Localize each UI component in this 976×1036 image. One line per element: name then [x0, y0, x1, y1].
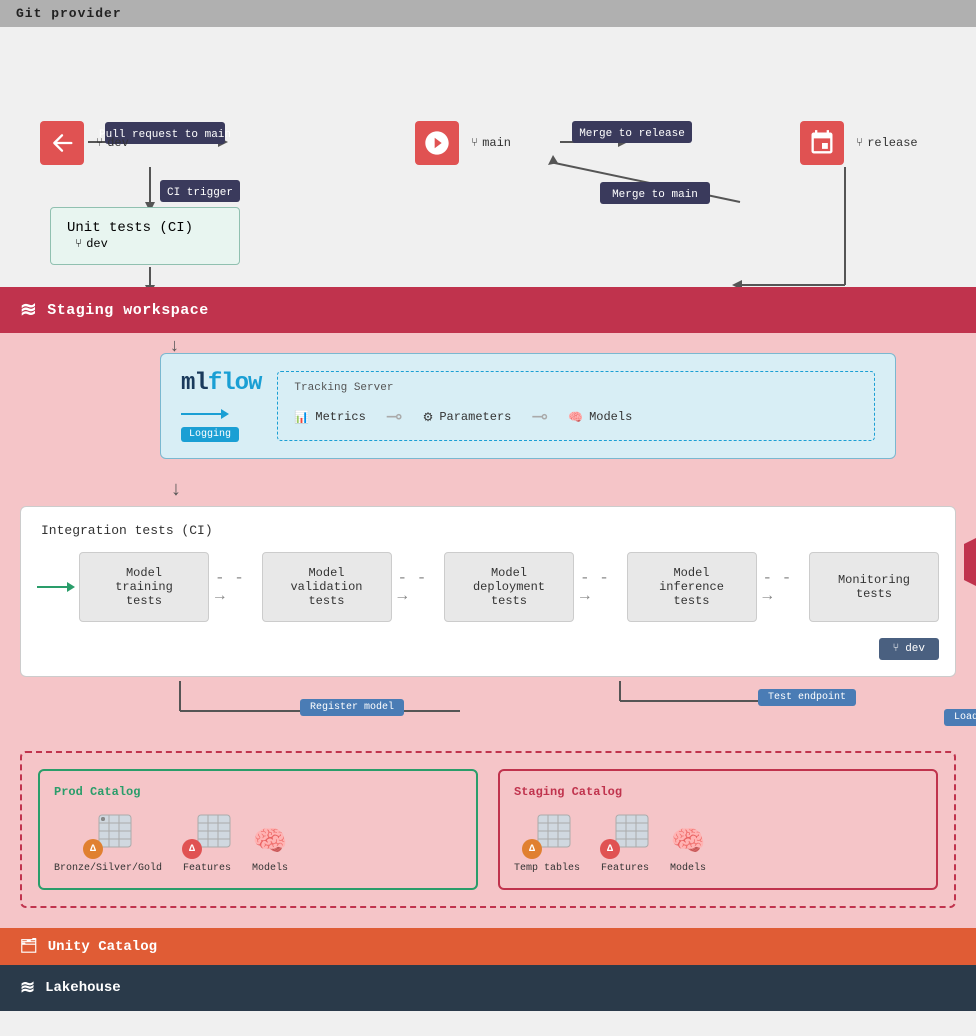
main-git-icon — [415, 121, 459, 165]
test-step-model-deployment: Model deployment tests — [444, 552, 574, 622]
models-label: Models — [589, 410, 632, 424]
test-step-model-inference: Model inference tests — [627, 552, 757, 622]
test-step-model-validation: Model validation tests — [262, 552, 392, 622]
staging-item-models: 🧠 Models — [670, 824, 706, 874]
prod-models-label: Models — [252, 863, 288, 874]
test-endpoint-badge: Test endpoint — [758, 689, 856, 706]
staging-workspace-header: ≋ Staging workspace — [0, 287, 976, 333]
metrics-label: Metrics — [315, 410, 365, 424]
prod-item-features: Δ Features — [182, 813, 232, 874]
staging-catalog-box: Staging Catalog Δ — [498, 769, 938, 890]
branch-icon-main: ⑂ — [471, 136, 478, 150]
release-branch-group: ⑂ release — [800, 121, 918, 165]
catalogs-row: Prod Catalog Δ — [38, 769, 938, 890]
tracking-item-parameters: ⚙ Parameters — [423, 410, 512, 425]
mlflow-section-wrapper: ↓ mlflow Logging Tracking Server 📊 M — [20, 353, 956, 459]
tracking-server-title: Tracking Server — [294, 382, 858, 394]
main-branch-label: ⑂ main — [471, 136, 511, 150]
release-git-icon — [800, 121, 844, 165]
dev-bar-label: dev — [905, 643, 925, 655]
tracking-items-row: 📊 Metrics ⊸ ⚙ Parameters ⊸ 🧠 Models — [294, 404, 858, 430]
prod-bronze-label: Bronze/Silver/Gold — [54, 863, 162, 874]
staging-label: Staging workspace — [47, 302, 209, 319]
register-model-badge: Register model — [300, 699, 404, 716]
git-provider-label: Git provider — [16, 6, 122, 21]
prod-catalog-title: Prod Catalog — [54, 785, 462, 799]
left-entry-arrow — [37, 582, 75, 592]
staging-body: ↓ mlflow Logging Tracking Server 📊 M — [0, 333, 976, 928]
unit-tests-label: Unit tests (CI) — [67, 220, 193, 236]
hexagon-shape: Model Serving Endpoint — [964, 526, 976, 598]
lakehouse-label: Lakehouse — [45, 980, 121, 996]
unit-tests-box: Unit tests (CI) ⑂ dev — [50, 207, 240, 265]
dev-branch-bar: ⑂ dev — [879, 638, 939, 660]
model-serving-endpoint: Model Serving Endpoint — [964, 526, 976, 598]
staging-models-label: Models — [670, 863, 706, 874]
staging-catalog-title: Staging Catalog — [514, 785, 922, 799]
model-serving-label: Model Serving Endpoint — [972, 546, 976, 579]
down-arrow-2: ↓ — [20, 479, 956, 502]
metrics-icon: 📊 — [294, 410, 309, 425]
staging-features-label: Features — [601, 863, 649, 874]
tracking-item-models: 🧠 Models — [568, 410, 632, 425]
logging-badge: Logging — [181, 427, 239, 442]
dev-branch-label: ⑂ dev — [96, 136, 129, 150]
svg-text:Merge to main: Merge to main — [612, 189, 698, 201]
lakehouse-bar: ≋ Lakehouse — [0, 965, 976, 1011]
prod-item-bronze: Δ Bronze/ — [54, 813, 162, 874]
lakehouse-icon: ≋ — [20, 977, 35, 999]
dashed-arrow-4: - - → — [757, 569, 810, 605]
staging-temp-label: Temp tables — [514, 863, 580, 874]
unity-catalog-label: Unity Catalog — [48, 939, 157, 955]
tracking-server-box: Tracking Server 📊 Metrics ⊸ ⚙ Parameters… — [277, 371, 875, 441]
integration-wrapper: Integration tests (CI) Model training te… — [20, 506, 956, 741]
unity-catalog-dashed: Prod Catalog Δ — [20, 751, 956, 908]
dashed-arrow-3: - - → — [574, 569, 627, 605]
branch-icon-dev: ⑂ — [96, 136, 103, 150]
unit-tests-branch: ⑂ dev — [75, 237, 108, 251]
dashed-arrow-1: - - → — [209, 569, 262, 605]
mlflow-logo: mlflow — [181, 370, 261, 397]
svg-text:Merge to release: Merge to release — [579, 128, 685, 140]
test-step-model-training: Model training tests — [79, 552, 209, 622]
prod-models-icon: 🧠 — [253, 824, 288, 859]
models-icon: 🧠 — [568, 410, 583, 425]
prod-catalog-items: Δ Bronze/ — [54, 813, 462, 874]
staging-icon: ≋ — [20, 297, 37, 323]
unity-catalog-bar: 🗂 Unity Catalog — [0, 928, 976, 965]
test-steps-container: Model training tests - - → Model validat… — [37, 552, 939, 622]
main-branch-group: ⑂ main — [415, 121, 511, 165]
dev-branch-group: ⑂ dev — [40, 121, 129, 165]
dashed-arrow-2: - - → — [392, 569, 445, 605]
test-step-monitoring: Monitoring tests — [809, 552, 939, 622]
dev-git-icon — [40, 121, 84, 165]
release-branch-label: ⑂ release — [856, 136, 918, 150]
staging-item-features: Δ Features — [600, 813, 650, 874]
staging-item-temp: Δ Temp tables — [514, 813, 580, 874]
prod-item-models: 🧠 Models — [252, 824, 288, 874]
unity-catalog-icon: 🗂 — [20, 938, 38, 955]
svg-text:CI trigger: CI trigger — [167, 187, 233, 199]
integration-tests-title: Integration tests (CI) — [37, 523, 939, 538]
params-icon: ⚙ — [423, 410, 434, 425]
git-provider-bar: Git provider — [0, 0, 976, 27]
prod-catalog-box: Prod Catalog Δ — [38, 769, 478, 890]
mlflow-section: mlflow Logging Tracking Server 📊 Metrics… — [160, 353, 896, 459]
branch-icon-release: ⑂ — [856, 136, 863, 150]
staging-models-icon: 🧠 — [671, 824, 706, 859]
integration-tests-box: Integration tests (CI) Model training te… — [20, 506, 956, 677]
params-label: Parameters — [439, 410, 511, 424]
load-model-badge: Load model — [944, 709, 976, 726]
tracking-item-metrics: 📊 Metrics — [294, 410, 365, 425]
connector-labels-row: Register model Test endpoint Load model — [20, 681, 956, 741]
staging-catalog-items: Δ Temp tables — [514, 813, 922, 874]
prod-features-label: Features — [183, 863, 231, 874]
